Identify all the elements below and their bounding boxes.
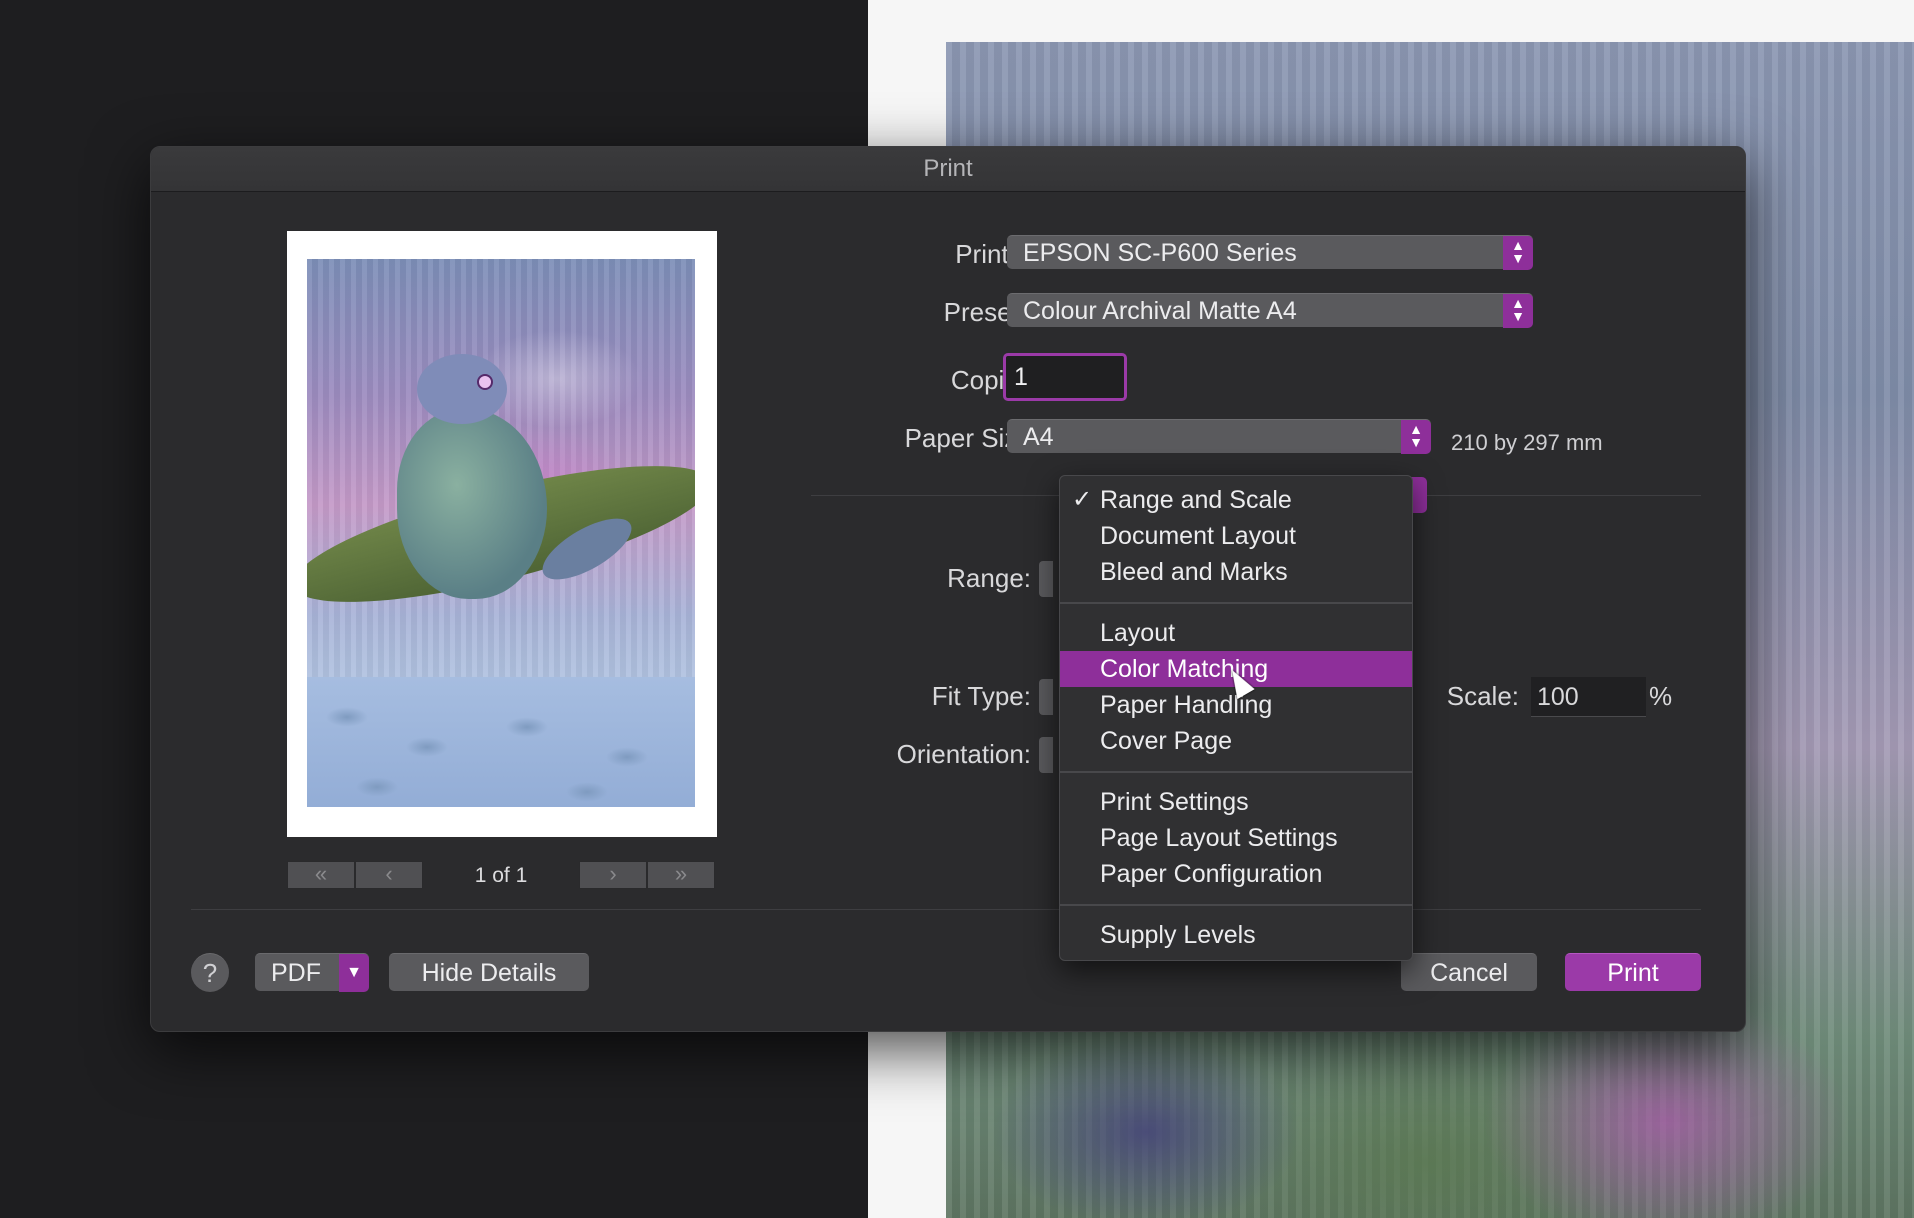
last-page-button[interactable]: » [647,861,715,889]
menu-item-cover-page[interactable]: Cover Page [1060,723,1412,759]
orientation-label: Orientation: [896,739,1031,769]
chevron-down-icon: ▼ [339,954,369,992]
updown-arrows-icon: ▲ ▼ [1503,236,1533,270]
menu-item-document-layout[interactable]: Document Layout [1060,518,1412,554]
updown-arrows-icon: ▲ ▼ [1401,420,1431,454]
presets-select[interactable]: Colour Archival Matte A4 ▲ ▼ [1007,293,1533,328]
section-popup-menu: ✓ Range and Scale Document Layout Bleed … [1059,475,1413,961]
pdf-menu-button[interactable]: PDF ▼ [255,953,369,992]
fit-type-control[interactable] [1039,679,1053,715]
dialog-title: Print [151,147,1745,192]
first-page-button[interactable]: « [287,861,355,889]
menu-item-supply-levels[interactable]: Supply Levels [1060,917,1412,953]
section-popup-arrows[interactable] [1411,477,1427,513]
scale-field[interactable]: 100 [1531,677,1646,717]
menu-separator [1060,771,1412,773]
preview-nav-right: › » [579,861,715,889]
orientation-control[interactable] [1039,737,1053,773]
menu-item-page-layout-settings[interactable]: Page Layout Settings [1060,820,1412,856]
paper-size-value: A4 [1023,423,1054,451]
printer-select[interactable]: EPSON SC-P600 Series ▲ ▼ [1007,235,1533,270]
presets-value: Colour Archival Matte A4 [1023,297,1297,325]
cancel-button[interactable]: Cancel [1401,953,1537,991]
scale-label: Scale: [1446,681,1519,711]
menu-item-layout[interactable]: Layout [1060,615,1412,651]
preview-image [307,259,695,807]
paper-size-select[interactable]: A4 ▲ ▼ [1007,419,1431,454]
footer-divider [191,909,1701,910]
menu-item-paper-configuration[interactable]: Paper Configuration [1060,856,1412,892]
preview-nav-left: « ‹ [287,861,423,889]
print-button[interactable]: Print [1565,953,1701,991]
menu-separator [1060,602,1412,604]
scale-unit: % [1649,681,1673,711]
copies-field[interactable]: 1 [1003,353,1127,401]
pdf-label: PDF [271,959,321,987]
range-control[interactable] [1039,561,1053,597]
range-label: Range: [947,563,1031,593]
paper-size-dimensions: 210 by 297 mm [1451,430,1603,455]
printer-value: EPSON SC-P600 Series [1023,239,1297,267]
menu-item-print-settings[interactable]: Print Settings [1060,784,1412,820]
menu-item-bleed-and-marks[interactable]: Bleed and Marks [1060,554,1412,590]
help-button[interactable]: ? [191,953,229,992]
updown-arrows-icon: ▲ ▼ [1503,294,1533,328]
hide-details-button[interactable]: Hide Details [389,953,589,991]
checkmark-icon: ✓ [1072,486,1093,513]
page-indicator: 1 of 1 [474,864,528,887]
menu-item-range-and-scale[interactable]: ✓ Range and Scale [1060,482,1412,518]
previous-page-button[interactable]: ‹ [355,861,423,889]
print-preview [287,231,717,837]
fit-type-label: Fit Type: [931,681,1031,711]
next-page-button[interactable]: › [579,861,647,889]
print-dialog: Print « ‹ 1 of 1 › » Printer: EPSON SC-P… [150,146,1746,1032]
menu-separator [1060,904,1412,906]
